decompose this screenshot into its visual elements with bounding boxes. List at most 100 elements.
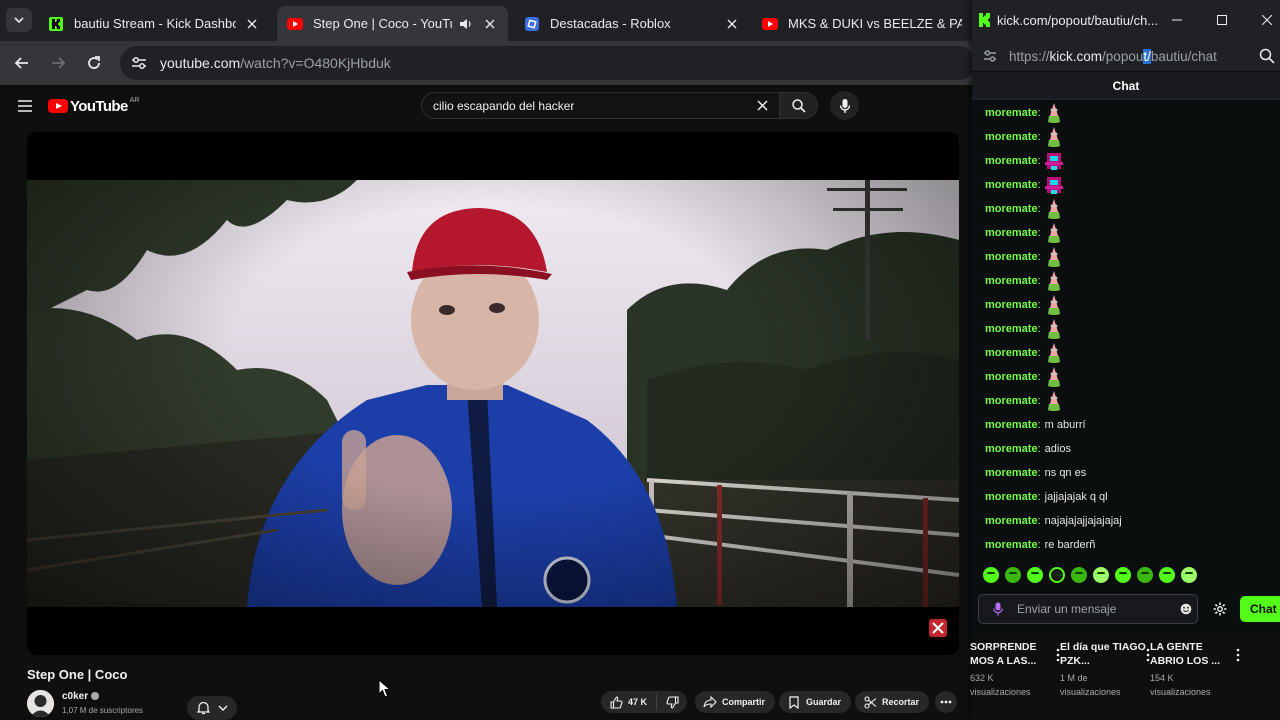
like-button[interactable]: 47 K <box>601 694 658 710</box>
chat-separator: : <box>1037 155 1041 167</box>
site-info-icon[interactable] <box>122 46 156 80</box>
chat-username[interactable]: moremate <box>985 131 1038 143</box>
close-tab-icon[interactable] <box>244 16 260 32</box>
address-bar[interactable]: youtube.com/watch?v=O480KjHbduk <box>120 46 975 80</box>
chat-username[interactable]: moremate <box>985 155 1038 167</box>
chat-input-placeholder[interactable]: Enviar un mensaje <box>1017 602 1175 616</box>
patrick-emote-icon <box>1045 246 1063 268</box>
avatar[interactable] <box>27 690 54 717</box>
site-info-icon[interactable] <box>976 50 1004 62</box>
gear-icon[interactable] <box>1212 601 1228 617</box>
chat-input-box[interactable]: Enviar un mensaje <box>978 594 1198 624</box>
chat-message: moremate: <box>985 293 1275 317</box>
zoom-icon[interactable] <box>1258 47 1276 65</box>
channel-watermark-icon[interactable] <box>929 619 947 637</box>
channel-name[interactable]: c0ker <box>62 691 100 702</box>
short-card[interactable]: LA GENTE ABRIO LOS ... 154 K visualizaci… <box>1150 640 1240 699</box>
chat-username[interactable]: moremate <box>985 419 1038 431</box>
arrow-left-icon <box>14 57 28 69</box>
search-box[interactable]: cilio escapando del hacker <box>421 92 818 119</box>
chat-message: moremate: <box>985 173 1275 197</box>
chat-username[interactable]: moremate <box>985 179 1038 191</box>
chat-username[interactable]: moremate <box>985 203 1038 215</box>
close-tab-icon[interactable] <box>482 16 498 32</box>
guide-menu-button[interactable] <box>14 95 36 117</box>
chat-username[interactable]: moremate <box>985 323 1038 335</box>
tab-kick-dashboard[interactable]: bautiu Stream - Kick Dashboard <box>38 6 270 41</box>
send-chat-button[interactable]: Chat <box>1240 596 1280 622</box>
emote-button[interactable] <box>1005 567 1021 583</box>
more-vertical-icon[interactable] <box>1234 648 1242 662</box>
tab-roblox[interactable]: Destacadas - Roblox <box>514 6 750 41</box>
patrick-emote-icon <box>1045 270 1063 292</box>
minimize-button[interactable] <box>1168 11 1186 29</box>
more-actions-button[interactable] <box>935 691 957 713</box>
chat-username[interactable]: moremate <box>985 275 1038 287</box>
clip-label: Recortar <box>882 697 920 707</box>
reload-button[interactable] <box>82 51 106 75</box>
chat-separator: : <box>1037 467 1041 479</box>
emote-button[interactable] <box>1181 567 1197 583</box>
chat-username[interactable]: moremate <box>985 347 1038 359</box>
close-tab-icon[interactable] <box>724 16 740 32</box>
voice-search-button[interactable] <box>830 91 859 120</box>
share-icon <box>703 695 717 709</box>
glitch-emote-icon <box>1044 174 1063 196</box>
save-label: Guardar <box>806 697 842 707</box>
video-player[interactable] <box>27 132 959 655</box>
emote-button[interactable] <box>1159 567 1175 583</box>
maximize-button[interactable] <box>1213 11 1231 29</box>
chat-username[interactable]: moremate <box>985 107 1038 119</box>
close-window-button[interactable] <box>1258 11 1276 29</box>
emote-button[interactable] <box>1027 567 1043 583</box>
chat-message: moremate: <box>985 125 1275 149</box>
chat-message-text: re barderñ <box>1044 539 1096 551</box>
dislike-button[interactable] <box>657 695 687 709</box>
emote-button[interactable] <box>1093 567 1109 583</box>
chat-username[interactable]: moremate <box>985 299 1038 311</box>
chat-message-text: adios <box>1044 443 1071 455</box>
search-input[interactable]: cilio escapando del hacker <box>433 99 751 113</box>
microphone-icon[interactable] <box>985 602 1011 616</box>
notification-bell-button[interactable] <box>187 696 237 720</box>
short-title: El día que TIAGO PZK... <box>1060 641 1146 667</box>
back-button[interactable] <box>10 51 34 75</box>
youtube-logo[interactable]: YouTube AR <box>48 97 139 115</box>
bookmark-icon <box>787 695 801 709</box>
short-card[interactable]: El día que TIAGO PZK... 1 M de visualiza… <box>1060 640 1150 699</box>
tab-search-button[interactable] <box>6 8 32 32</box>
save-button[interactable]: Guardar <box>779 691 852 713</box>
forward-button[interactable] <box>46 51 70 75</box>
chat-username[interactable]: moremate <box>985 443 1038 455</box>
chat-username[interactable]: moremate <box>985 251 1038 263</box>
emoji-picker-icon[interactable] <box>1175 603 1197 615</box>
popup-address-bar[interactable]: https://kick.com/popout/bautiu/chat <box>972 41 1280 71</box>
emote-button[interactable] <box>983 567 999 583</box>
emote-button[interactable] <box>1049 567 1065 583</box>
chat-message: moremate: adios <box>985 437 1275 461</box>
chat-username[interactable]: moremate <box>985 539 1038 551</box>
emote-button[interactable] <box>1071 567 1087 583</box>
share-button[interactable]: Compartir <box>695 691 776 713</box>
tab-youtube-active[interactable]: Step One | Coco - YouTube <box>277 6 508 41</box>
chat-message: moremate: <box>985 221 1275 245</box>
tab-title: bautiu Stream - Kick Dashboard <box>74 16 236 31</box>
emote-button[interactable] <box>1137 567 1153 583</box>
tab-youtube-mks-duki[interactable]: MKS & DUKI vs BEELZE & PAULI <box>752 6 972 41</box>
chat-username[interactable]: moremate <box>985 515 1038 527</box>
short-views: 154 K visualizaciones <box>1150 673 1211 697</box>
chat-username[interactable]: moremate <box>985 491 1038 503</box>
clear-search-icon[interactable] <box>751 95 773 117</box>
short-card[interactable]: SORPRENDE MOS A LAS... 632 K visualizaci… <box>970 640 1060 699</box>
chat-username[interactable]: moremate <box>985 227 1038 239</box>
chat-separator: : <box>1037 323 1041 335</box>
chat-username[interactable]: moremate <box>985 395 1038 407</box>
chevron-down-icon <box>218 705 227 711</box>
speaker-icon[interactable] <box>458 16 474 32</box>
chat-username[interactable]: moremate <box>985 467 1038 479</box>
emote-button[interactable] <box>1115 567 1131 583</box>
clip-button[interactable]: Recortar <box>855 691 930 713</box>
search-button[interactable] <box>779 93 817 118</box>
like-count: 47 K <box>628 697 648 707</box>
chat-username[interactable]: moremate <box>985 371 1038 383</box>
